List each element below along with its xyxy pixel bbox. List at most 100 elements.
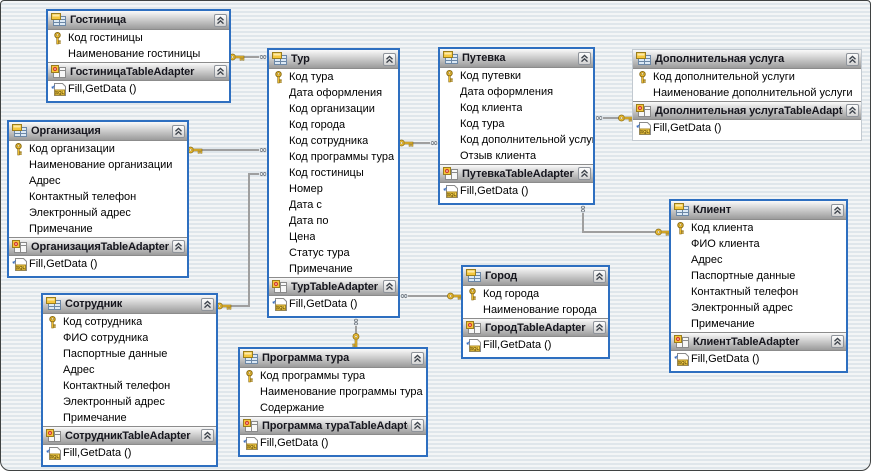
table-header[interactable]: Путевка	[440, 49, 593, 68]
collapse-button[interactable]	[172, 125, 185, 138]
column-row[interactable]: Код дополнительной услуги	[440, 132, 593, 148]
relation-connector[interactable]: ∞	[230, 52, 268, 63]
column-row[interactable]: Код тура	[269, 69, 398, 85]
collapse-button[interactable]	[383, 53, 396, 66]
column-row[interactable]: Код города	[269, 117, 398, 133]
methods-row[interactable]: SQLFill,GetData ()	[240, 435, 426, 451]
column-row[interactable]: Код клиента	[671, 220, 846, 236]
collapse-button[interactable]	[214, 14, 227, 27]
column-row[interactable]: Дата с	[269, 197, 398, 213]
column-row[interactable]: Код организации	[269, 101, 398, 117]
collapse-button[interactable]	[411, 352, 424, 365]
table-header[interactable]: Тур	[269, 50, 398, 69]
collapse-button[interactable]	[214, 65, 227, 78]
column-row[interactable]: Код клиента	[440, 100, 593, 116]
table-header[interactable]: Сотрудник	[43, 295, 216, 314]
column-row[interactable]: Примечание	[671, 316, 846, 332]
relation-connector[interactable]: ∞	[399, 138, 439, 149]
column-row[interactable]: Отзыв клиента	[440, 148, 593, 164]
column-row[interactable]: Код гостиницы	[48, 30, 229, 46]
column-row[interactable]: Наименование организации	[9, 157, 187, 173]
column-row[interactable]: Примечание	[269, 261, 398, 277]
column-row[interactable]: Электронный адрес	[9, 205, 187, 221]
table-extra_service[interactable]: Дополнительная услугаКод дополнительной …	[632, 49, 862, 141]
column-row[interactable]: Дата по	[269, 213, 398, 229]
column-row[interactable]: Паспортные данные	[671, 268, 846, 284]
table-tour_program[interactable]: Программа тураКод программы тураНаименов…	[238, 347, 428, 457]
column-row[interactable]: Электронный адрес	[671, 300, 846, 316]
column-row[interactable]: Электронный адрес	[43, 394, 216, 410]
table-client[interactable]: КлиентКод клиентаФИО клиентаАдресПаспорт…	[669, 199, 848, 373]
methods-row[interactable]: SQLFill,GetData ()	[440, 183, 593, 199]
relation-connector[interactable]: ∞	[577, 205, 670, 235]
collapse-button[interactable]	[411, 419, 424, 432]
methods-row[interactable]: SQLFill,GetData ()	[9, 256, 187, 272]
column-row[interactable]: Наименование программы тура	[240, 384, 426, 400]
methods-row[interactable]: SQLFill,GetData ()	[269, 296, 398, 312]
column-row[interactable]: Наименование города	[463, 302, 608, 318]
collapse-button[interactable]	[578, 52, 591, 65]
collapse-button[interactable]	[846, 104, 859, 117]
relation-line[interactable]	[583, 213, 669, 232]
column-row[interactable]: Код сотрудника	[269, 133, 398, 149]
collapse-button[interactable]	[578, 167, 591, 180]
column-row[interactable]: Контактный телефон	[671, 284, 846, 300]
column-row[interactable]: Статус тура	[269, 245, 398, 261]
adapter-header[interactable]: ТурTableAdapter	[269, 277, 398, 296]
adapter-header[interactable]: ПутевкаTableAdapter	[440, 164, 593, 183]
adapter-header[interactable]: ГостиницаTableAdapter	[48, 62, 229, 81]
table-header[interactable]: Клиент	[671, 201, 846, 220]
table-header[interactable]: Программа тура	[240, 349, 426, 368]
table-header[interactable]: Гостиница	[48, 11, 229, 30]
column-row[interactable]: Содержание	[240, 400, 426, 416]
column-row[interactable]: Код программы тура	[269, 149, 398, 165]
column-row[interactable]: Код сотрудника	[43, 314, 216, 330]
collapse-button[interactable]	[831, 204, 844, 217]
table-header[interactable]: Город	[463, 267, 608, 286]
collapse-button[interactable]	[593, 270, 606, 283]
adapter-header[interactable]: Программа тураTableAdapter	[240, 416, 426, 435]
column-row[interactable]: Код программы тура	[240, 368, 426, 384]
methods-row[interactable]: SQLFill,GetData ()	[633, 120, 861, 136]
column-row[interactable]: Паспортные данные	[43, 346, 216, 362]
table-header[interactable]: Организация	[9, 122, 187, 141]
relation-connector[interactable]: ∞	[400, 291, 462, 302]
collapse-button[interactable]	[201, 429, 214, 442]
relation-connector[interactable]: ∞	[350, 318, 361, 348]
adapter-header[interactable]: ОрганизацияTableAdapter	[9, 237, 187, 256]
table-tour[interactable]: ТурКод тураДата оформленияКод организаци…	[267, 48, 400, 318]
column-row[interactable]: Контактный телефон	[9, 189, 187, 205]
column-row[interactable]: Дата оформления	[440, 84, 593, 100]
table-header[interactable]: Дополнительная услуга	[633, 50, 861, 69]
relation-connector[interactable]: ∞	[188, 145, 268, 156]
column-row[interactable]: Код организации	[9, 141, 187, 157]
collapse-button[interactable]	[593, 321, 606, 334]
column-row[interactable]: Адрес	[43, 362, 216, 378]
column-row[interactable]: Цена	[269, 229, 398, 245]
relation-connector[interactable]: ∞	[217, 169, 268, 309]
column-row[interactable]: Код города	[463, 286, 608, 302]
table-employee[interactable]: СотрудникКод сотрудникаФИО сотрудникаПас…	[41, 293, 218, 467]
methods-row[interactable]: SQLFill,GetData ()	[43, 445, 216, 461]
relation-connector[interactable]: ∞	[595, 113, 633, 124]
table-city[interactable]: ГородКод городаНаименование городаГородT…	[461, 265, 610, 359]
methods-row[interactable]: SQLFill,GetData ()	[671, 351, 846, 367]
adapter-header[interactable]: ГородTableAdapter	[463, 318, 608, 337]
collapse-button[interactable]	[172, 240, 185, 253]
adapter-header[interactable]: Дополнительная услугаTableAdapter	[633, 101, 861, 120]
column-row[interactable]: Код тура	[440, 116, 593, 132]
collapse-button[interactable]	[201, 298, 214, 311]
table-hotel[interactable]: ГостиницаКод гостиницыНаименование гости…	[46, 9, 231, 103]
table-organization[interactable]: ОрганизацияКод организацииНаименование о…	[7, 120, 189, 278]
column-row[interactable]: Номер	[269, 181, 398, 197]
column-row[interactable]: ФИО сотрудника	[43, 330, 216, 346]
column-row[interactable]: Адрес	[9, 173, 187, 189]
column-row[interactable]: Дата оформления	[269, 85, 398, 101]
column-row[interactable]: Адрес	[671, 252, 846, 268]
methods-row[interactable]: SQLFill,GetData ()	[48, 81, 229, 97]
column-row[interactable]: ФИО клиента	[671, 236, 846, 252]
column-row[interactable]: Примечание	[43, 410, 216, 426]
column-row[interactable]: Код путевки	[440, 68, 593, 84]
column-row[interactable]: Наименование гостиницы	[48, 46, 229, 62]
methods-row[interactable]: SQLFill,GetData ()	[463, 337, 608, 353]
